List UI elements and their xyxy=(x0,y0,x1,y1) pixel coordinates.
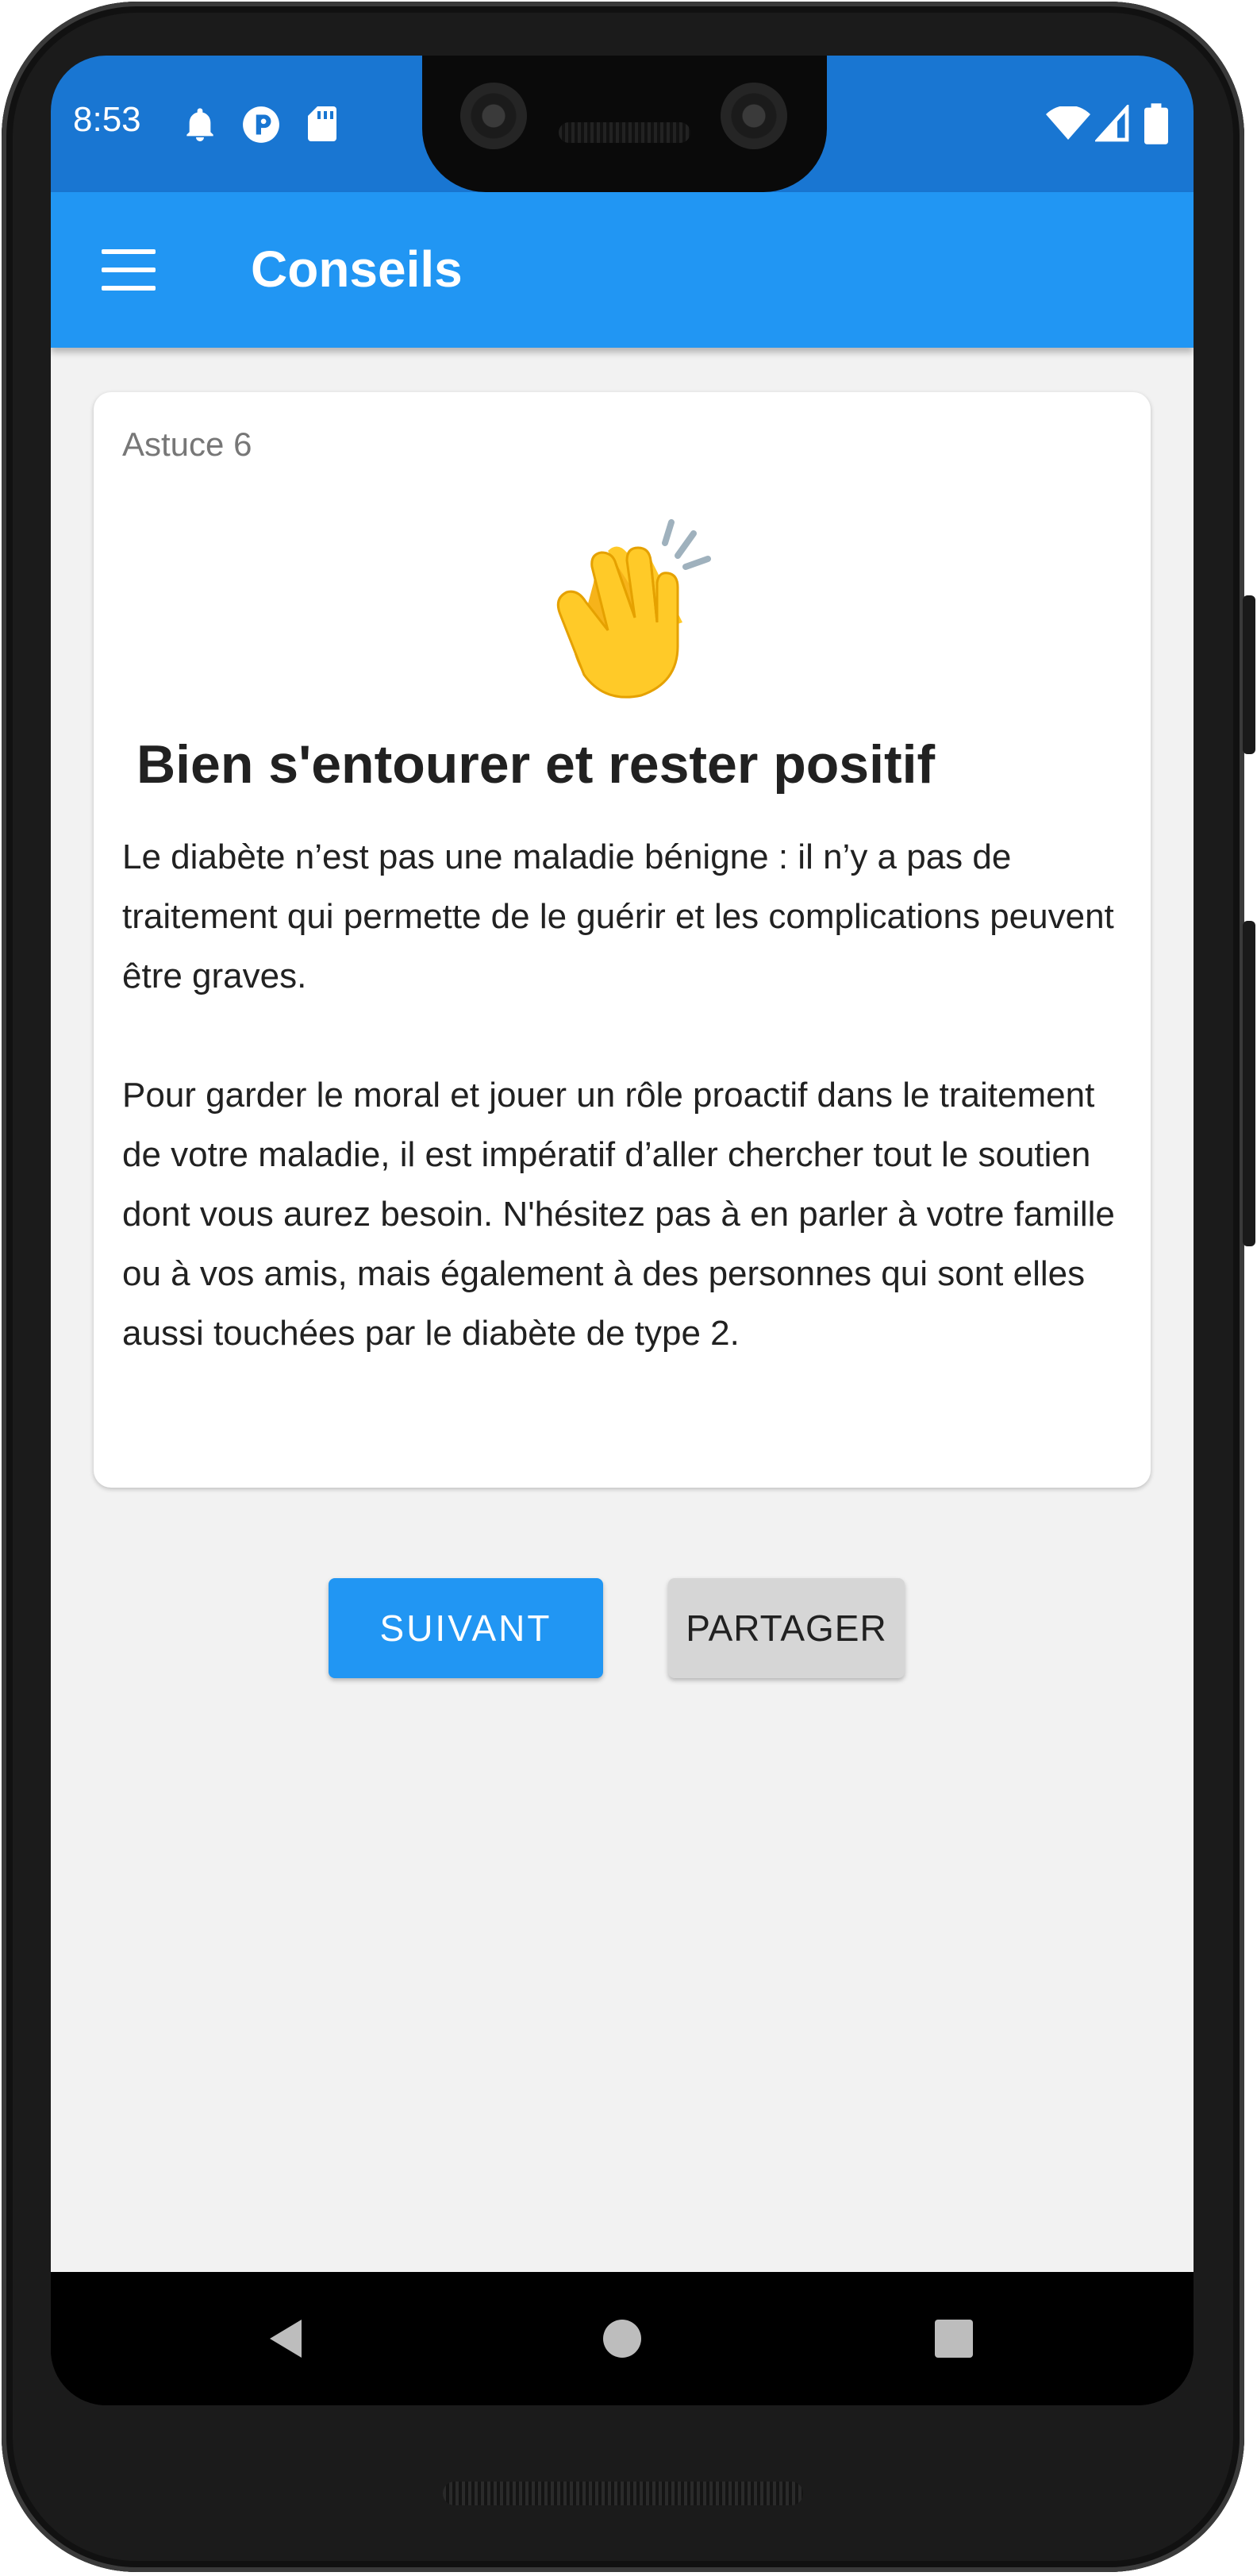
clapping-hands-icon xyxy=(556,519,711,699)
power-button xyxy=(1243,595,1255,754)
front-sensor xyxy=(721,83,787,149)
main-content: Astuce 6 Bien s'entourer et rester posit… xyxy=(51,348,1194,2272)
share-button[interactable]: PARTAGER xyxy=(668,1578,905,1678)
phone-frame: 8:53 Conseils Astuce 6 Bien s'entourer e… xyxy=(0,0,1257,2576)
app-bar: Conseils xyxy=(51,192,1194,348)
bell-icon xyxy=(186,108,213,141)
app-badge-icon xyxy=(243,106,279,143)
recents-icon[interactable] xyxy=(930,2315,978,2362)
screen: 8:53 Conseils Astuce 6 Bien s'entourer e… xyxy=(51,56,1194,2405)
tip-number: Astuce 6 xyxy=(122,425,252,463)
system-nav-bar xyxy=(51,2272,1194,2405)
next-button[interactable]: SUIVANT xyxy=(329,1578,603,1678)
camera-notch xyxy=(422,56,827,192)
cellular-signal-icon xyxy=(1095,105,1129,142)
bottom-speaker xyxy=(443,2482,803,2505)
back-icon[interactable] xyxy=(263,2315,311,2362)
page-title: Conseils xyxy=(251,241,463,298)
tip-paragraph: Pour garder le moral et jouer un rôle pr… xyxy=(122,1076,1115,1353)
sd-card-icon xyxy=(308,106,336,141)
volume-button xyxy=(1243,921,1255,1246)
hamburger-menu-icon[interactable] xyxy=(102,249,156,291)
earpiece-speaker xyxy=(559,122,690,143)
front-camera xyxy=(460,83,527,149)
home-icon[interactable] xyxy=(598,2315,646,2362)
tip-body: Le diabète n’est pas une maladie bénigne… xyxy=(122,827,1130,1363)
battery-icon xyxy=(1144,103,1168,144)
status-bar: 8:53 xyxy=(51,56,1194,192)
tip-paragraph: Le diabète n’est pas une maladie bénigne… xyxy=(122,837,1114,995)
tip-card: Astuce 6 Bien s'entourer et rester posit… xyxy=(94,392,1151,1488)
status-time: 8:53 xyxy=(73,100,141,139)
tip-title: Bien s'entourer et rester positif xyxy=(136,734,936,795)
wifi-icon xyxy=(1046,106,1090,140)
